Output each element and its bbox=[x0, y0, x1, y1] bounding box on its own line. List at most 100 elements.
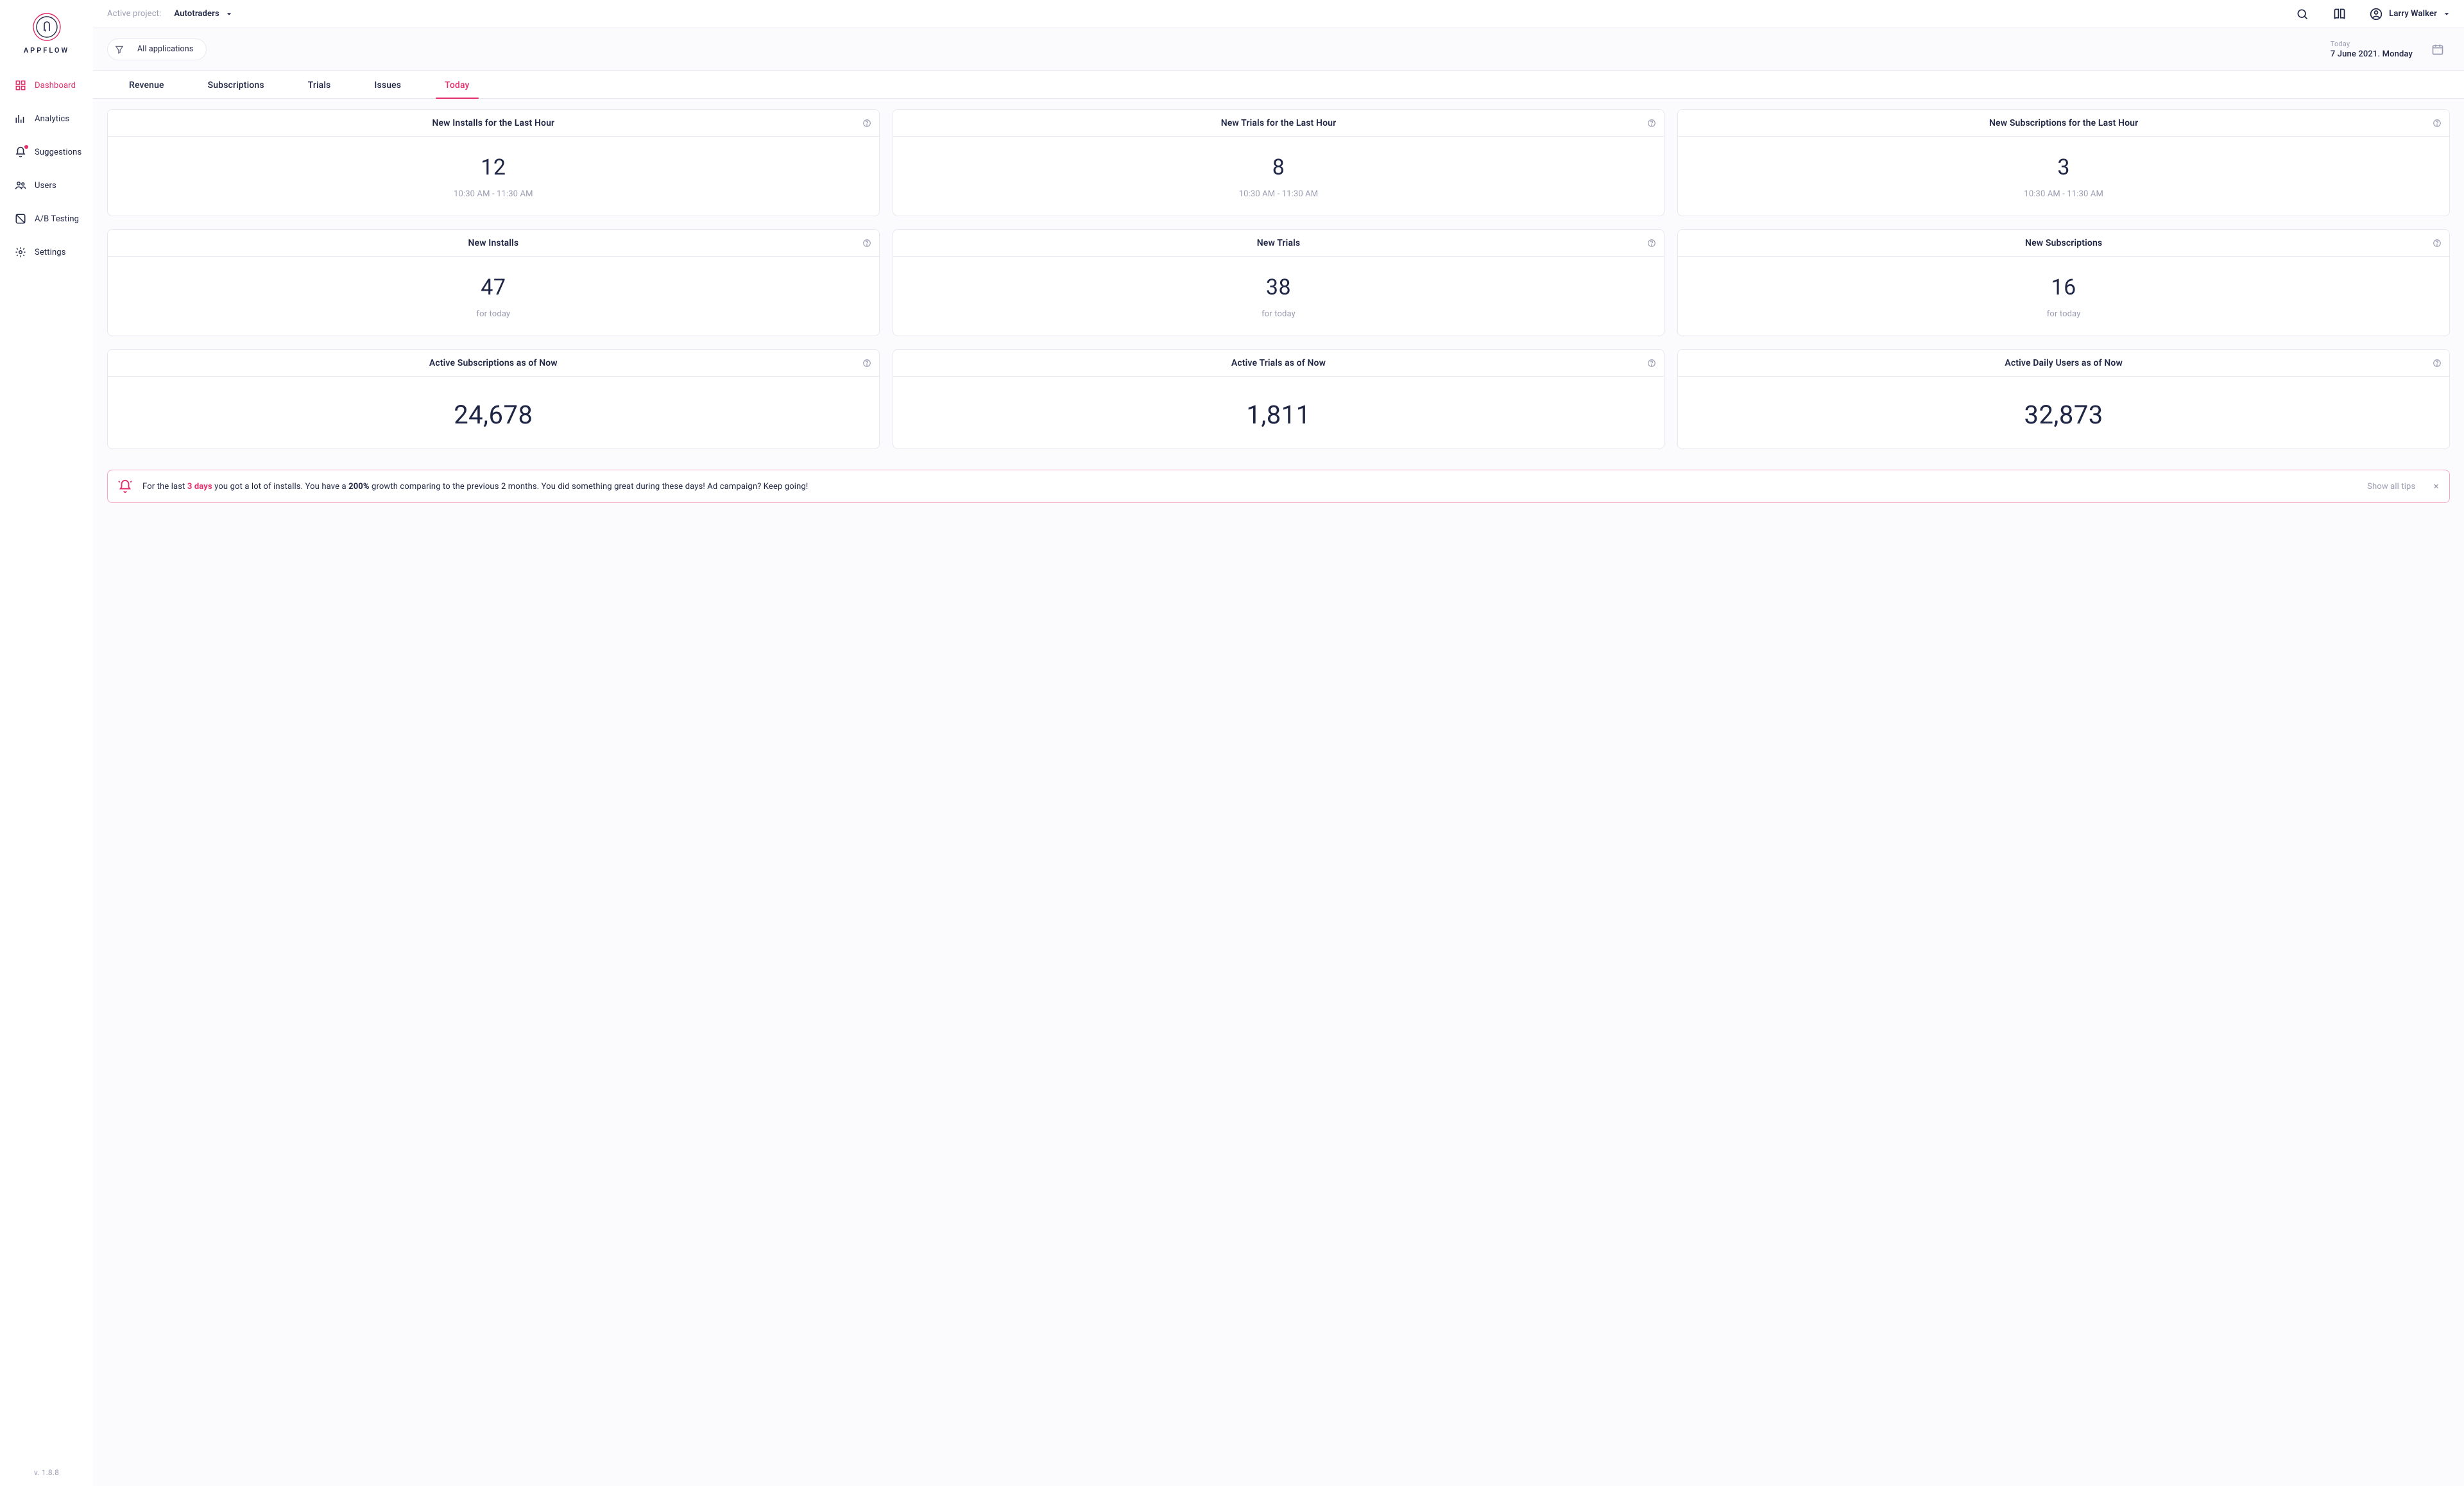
user-name: Larry Walker bbox=[2389, 9, 2437, 19]
project-picker[interactable]: Autotraders bbox=[174, 9, 232, 19]
card-title: New Trials bbox=[1257, 238, 1300, 248]
sidebar-nav: Dashboard Analytics Suggestions User bbox=[0, 69, 93, 269]
bell-icon bbox=[14, 146, 27, 158]
sidebar-item-label: Settings bbox=[35, 248, 66, 257]
ab-test-icon bbox=[14, 213, 27, 225]
card-new-installs-hour: New Installs for the Last Hour 12 10:30 … bbox=[107, 109, 880, 216]
app-filter-label: All applications bbox=[137, 44, 193, 54]
filter-bar: All applications Today 7 June 2021. Mond… bbox=[93, 28, 2464, 71]
card-value: 8 bbox=[1272, 155, 1285, 180]
sidebar-item-abtesting[interactable]: A/B Testing bbox=[14, 202, 93, 235]
card-new-subs: New Subscriptions 16 for today bbox=[1677, 229, 2450, 336]
sidebar-item-label: Suggestions bbox=[35, 148, 81, 157]
topbar: Active project: Autotraders Larry Walker bbox=[93, 0, 2464, 28]
appflow-logo-icon bbox=[31, 12, 62, 42]
card-value: 32,873 bbox=[2024, 400, 2103, 430]
card-title: New Subscriptions bbox=[2025, 238, 2102, 248]
card-value: 3 bbox=[2057, 155, 2070, 180]
chevron-down-icon bbox=[2443, 11, 2450, 17]
card-title: Active Subscriptions as of Now bbox=[429, 358, 558, 368]
calendar-icon bbox=[2431, 43, 2444, 56]
date-display: Today 7 June 2021. Monday bbox=[2331, 37, 2450, 62]
sidebar-item-suggestions[interactable]: Suggestions bbox=[14, 135, 93, 169]
tab-revenue[interactable]: Revenue bbox=[107, 80, 186, 98]
card-value: 12 bbox=[481, 155, 506, 180]
help-icon[interactable] bbox=[2433, 359, 2442, 368]
card-value: 24,678 bbox=[454, 400, 533, 430]
chevron-down-icon bbox=[226, 11, 232, 17]
project-label: Active project: bbox=[107, 9, 161, 19]
docs-button[interactable] bbox=[2327, 2, 2352, 26]
report-tabs: Revenue Subscriptions Trials Issues Toda… bbox=[93, 71, 2464, 99]
calendar-button[interactable] bbox=[2426, 37, 2450, 62]
card-sub: for today bbox=[2047, 309, 2081, 319]
card-sub: 10:30 AM - 11:30 AM bbox=[454, 189, 533, 199]
project-name: Autotraders bbox=[174, 9, 219, 19]
tab-today[interactable]: Today bbox=[423, 80, 491, 98]
notification-dot-icon bbox=[24, 145, 28, 149]
sidebar-item-label: Analytics bbox=[35, 114, 69, 124]
app-version: v. 1.8.8 bbox=[0, 1468, 93, 1486]
card-title: Active Daily Users as of Now bbox=[2005, 358, 2123, 368]
book-icon bbox=[2333, 8, 2346, 21]
search-icon bbox=[2296, 8, 2309, 21]
main: Active project: Autotraders Larry Walker bbox=[93, 0, 2464, 1486]
card-title: New Installs bbox=[468, 238, 518, 248]
help-icon[interactable] bbox=[2433, 239, 2442, 248]
card-value: 38 bbox=[1266, 275, 1291, 300]
card-new-subs-hour: New Subscriptions for the Last Hour 3 10… bbox=[1677, 109, 2450, 216]
help-icon[interactable] bbox=[862, 359, 871, 368]
card-active-subs: Active Subscriptions as of Now 24,678 bbox=[107, 349, 880, 449]
help-icon[interactable] bbox=[1647, 359, 1656, 368]
show-all-tips-link[interactable]: Show all tips bbox=[2367, 482, 2415, 491]
sidebar-item-dashboard[interactable]: Dashboard bbox=[14, 69, 93, 102]
sidebar-item-label: A/B Testing bbox=[35, 214, 79, 224]
metric-grid: New Installs for the Last Hour 12 10:30 … bbox=[107, 109, 2450, 449]
card-title: Active Trials as of Now bbox=[1231, 358, 1326, 368]
help-icon[interactable] bbox=[862, 239, 871, 248]
bell-alert-icon bbox=[118, 479, 132, 493]
card-active-users: Active Daily Users as of Now 32,873 bbox=[1677, 349, 2450, 449]
search-button[interactable] bbox=[2290, 2, 2314, 26]
help-icon[interactable] bbox=[1647, 239, 1656, 248]
user-menu[interactable]: Larry Walker bbox=[2370, 8, 2450, 21]
bar-chart-icon bbox=[14, 113, 27, 124]
card-sub: 10:30 AM - 11:30 AM bbox=[2024, 189, 2103, 199]
date-value: 7 June 2021. Monday bbox=[2331, 49, 2413, 59]
help-icon[interactable] bbox=[2433, 119, 2442, 128]
users-icon bbox=[14, 180, 27, 191]
tab-issues[interactable]: Issues bbox=[352, 80, 423, 98]
gear-icon bbox=[14, 246, 27, 258]
card-title: New Trials for the Last Hour bbox=[1221, 118, 1337, 128]
help-icon[interactable] bbox=[862, 119, 871, 128]
date-label: Today bbox=[2331, 40, 2413, 48]
sidebar-item-analytics[interactable]: Analytics bbox=[14, 102, 93, 135]
card-new-trials: New Trials 38 for today bbox=[893, 229, 1665, 336]
user-avatar-icon bbox=[2370, 8, 2383, 21]
sidebar-item-settings[interactable]: Settings bbox=[14, 235, 93, 269]
sidebar: APPFLOW Dashboard Analytics Sugg bbox=[0, 0, 93, 1486]
brand-name: APPFLOW bbox=[24, 46, 69, 55]
filter-icon bbox=[110, 40, 128, 58]
close-icon[interactable]: × bbox=[2433, 481, 2439, 491]
sidebar-item-users[interactable]: Users bbox=[14, 169, 93, 202]
card-new-trials-hour: New Trials for the Last Hour 8 10:30 AM … bbox=[893, 109, 1665, 216]
card-active-trials: Active Trials as of Now 1,811 bbox=[893, 349, 1665, 449]
grid-icon bbox=[14, 80, 27, 91]
tip-banner: For the last 3 days you got a lot of ins… bbox=[107, 470, 2450, 503]
sidebar-item-label: Dashboard bbox=[35, 81, 76, 90]
card-title: New Installs for the Last Hour bbox=[432, 118, 554, 128]
sidebar-item-label: Users bbox=[35, 181, 56, 191]
card-new-installs: New Installs 47 for today bbox=[107, 229, 880, 336]
card-sub: for today bbox=[1262, 309, 1296, 319]
tab-trials[interactable]: Trials bbox=[286, 80, 353, 98]
brand-logo: APPFLOW bbox=[0, 12, 93, 55]
tip-text: For the last 3 days you got a lot of ins… bbox=[142, 482, 2357, 491]
card-value: 16 bbox=[2051, 275, 2076, 300]
app-filter-chip[interactable]: All applications bbox=[107, 38, 207, 60]
card-value: 47 bbox=[481, 275, 506, 300]
card-value: 1,811 bbox=[1246, 400, 1310, 430]
card-title: New Subscriptions for the Last Hour bbox=[1989, 118, 2138, 128]
tab-subscriptions[interactable]: Subscriptions bbox=[186, 80, 286, 98]
help-icon[interactable] bbox=[1647, 119, 1656, 128]
